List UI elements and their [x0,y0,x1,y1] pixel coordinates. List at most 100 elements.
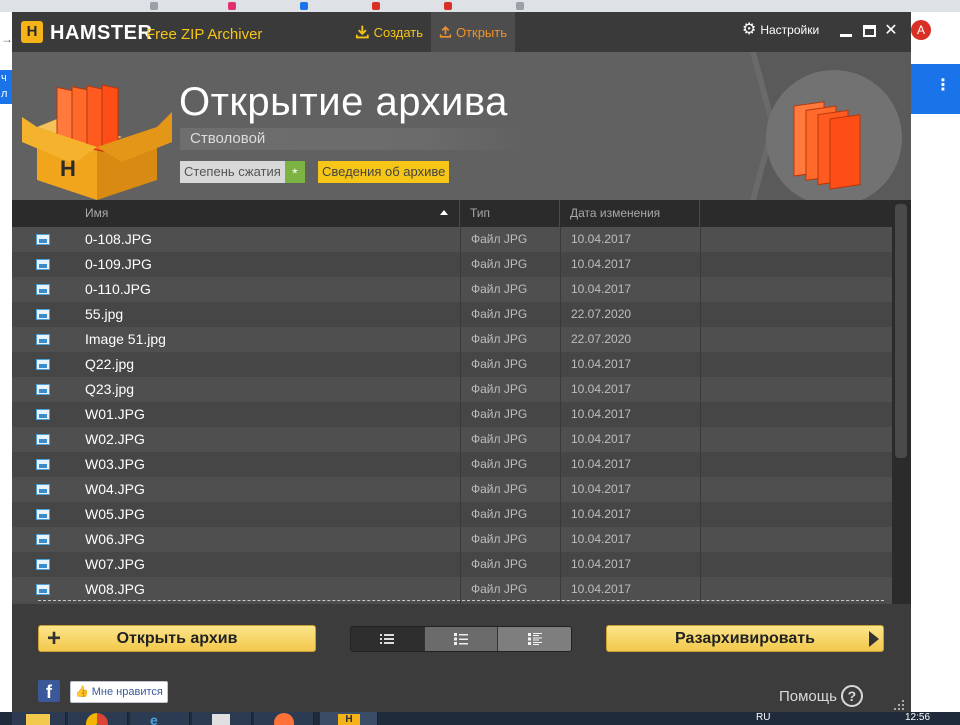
scrollbar-thumb[interactable] [895,204,907,458]
taskbar-explorer-button[interactable] [12,712,66,725]
file-date: 10.04.2017 [571,232,632,246]
file-name: W03.JPG [85,456,145,472]
help-button[interactable]: Помощь ? [779,685,863,707]
taskbar-firefox-button[interactable] [254,712,314,725]
chrome-icon [86,713,108,725]
file-date: 10.04.2017 [571,382,632,396]
image-file-icon [36,409,50,420]
create-button[interactable]: Создать [347,12,431,52]
archive-box-illustration: H [22,84,172,200]
table-row[interactable]: 55.jpg Файл JPG 22.07.2020 [12,302,892,327]
file-name: Image 51.jpg [85,331,166,347]
firefox-icon [274,713,294,725]
table-row[interactable]: 0-110.JPG Файл JPG 10.04.2017 [12,277,892,302]
table-row[interactable]: Q22.jpg Файл JPG 10.04.2017 [12,352,892,377]
folder-icon [26,714,50,725]
file-type: Файл JPG [471,282,528,296]
profile-avatar[interactable]: A [911,20,931,40]
table-row[interactable]: W03.JPG Файл JPG 10.04.2017 [12,452,892,477]
table-header: Имя Тип Дата изменения [12,200,892,227]
maximize-button[interactable] [860,22,878,40]
maximize-icon [862,25,876,37]
image-file-icon [36,359,50,370]
page-title: Открытие архива [179,80,508,124]
file-date: 10.04.2017 [571,482,632,496]
table-row[interactable]: 0-109.JPG Файл JPG 10.04.2017 [12,252,892,277]
file-type: Файл JPG [471,407,528,421]
file-date: 22.07.2020 [571,307,632,321]
table-body: 0-108.JPG Файл JPG 10.04.2017 0-109.JPG Файл… [12,227,892,602]
image-file-icon [36,534,50,545]
tab-favicon[interactable] [372,2,380,10]
file-type: Файл JPG [471,332,528,346]
table-row[interactable]: Image 51.jpg Файл JPG 22.07.2020 [12,327,892,352]
taskbar-hamster-button[interactable]: H [320,712,378,725]
archive-stack-icon [793,101,861,190]
image-file-icon [36,384,50,395]
table-row[interactable]: W02.JPG Файл JPG 10.04.2017 [12,427,892,452]
file-type: Файл JPG [471,307,528,321]
tray-language[interactable]: RU [756,712,770,724]
taskbar-media-button[interactable] [192,712,252,725]
minimize-icon [840,34,852,37]
gear-icon: ⚙ [742,21,757,38]
tab-favicon[interactable] [444,2,452,10]
file-name: W07.JPG [85,556,145,572]
file-type: Файл JPG [471,382,528,396]
image-file-icon [36,309,50,320]
column-divider [460,227,461,604]
minimize-button[interactable] [837,22,855,40]
open-archive-button[interactable]: + Открыть архив [38,625,316,652]
file-date: 10.04.2017 [571,457,632,471]
taskbar-ie-button[interactable]: e [130,712,190,725]
file-name: Q22.jpg [85,356,135,372]
list-view-icon [380,634,395,644]
table-row[interactable]: Q23.jpg Файл JPG 10.04.2017 [12,377,892,402]
table-row[interactable]: W04.JPG Файл JPG 10.04.2017 [12,477,892,502]
like-button[interactable]: 👍 Мне нравится [70,681,168,703]
table-row[interactable]: W05.JPG Файл JPG 10.04.2017 [12,502,892,527]
hamster-logo-icon: H [21,21,43,43]
tab-favicon[interactable] [228,2,236,10]
resize-grip-icon[interactable] [893,699,905,711]
compression-level-chip[interactable]: Степень сжатия * [180,161,305,183]
image-file-icon [36,459,50,470]
tab-favicon[interactable] [150,2,158,10]
taskbar-chrome-button[interactable] [68,712,128,725]
column-header-type[interactable]: Тип [460,200,560,227]
tab-favicon[interactable] [516,2,524,10]
archive-info-chip[interactable]: Сведения об архиве [318,161,450,183]
table-row[interactable]: W08.JPG Файл JPG 10.04.2017 [12,577,892,602]
close-button[interactable]: ✕ [882,22,900,40]
view-list-button[interactable] [351,627,425,651]
file-name: Q23.jpg [85,381,135,397]
column-header-date[interactable]: Дата изменения [560,200,700,227]
file-type: Файл JPG [471,257,528,271]
browser-blue-panel: ⋮ [911,64,960,114]
asterisk-icon: * [284,161,305,183]
internet-explorer-icon: e [150,712,158,725]
image-file-icon [36,284,50,295]
tab-favicon[interactable] [300,2,308,10]
table-row[interactable]: W01.JPG Файл JPG 10.04.2017 [12,402,892,427]
extract-button[interactable]: Разархивировать [606,625,884,652]
table-row[interactable]: 0-108.JPG Файл JPG 10.04.2017 [12,227,892,252]
view-mode-toggle [350,626,572,652]
compression-level-label: Степень сжатия [180,161,285,183]
column-header-name[interactable]: Имя [75,200,460,227]
details-view-icon [454,633,468,645]
extract-label: Разархивировать [675,630,815,647]
tray-clock[interactable]: 12:56 [905,712,930,724]
view-details-button[interactable] [424,627,499,651]
settings-button[interactable]: ⚙ Настройки [742,22,819,38]
open-tab-button[interactable]: Открыть [431,12,515,52]
file-name: 0-109.JPG [85,256,152,272]
table-row[interactable]: W07.JPG Файл JPG 10.04.2017 [12,552,892,577]
upload-icon [439,26,452,38]
table-row[interactable]: W06.JPG Файл JPG 10.04.2017 [12,527,892,552]
help-icon: ? [840,685,863,707]
view-tiles-button[interactable] [498,627,571,651]
file-name: W06.JPG [85,531,145,547]
facebook-icon[interactable]: f [38,680,60,702]
kebab-menu-icon[interactable]: ⋮ [935,78,951,94]
